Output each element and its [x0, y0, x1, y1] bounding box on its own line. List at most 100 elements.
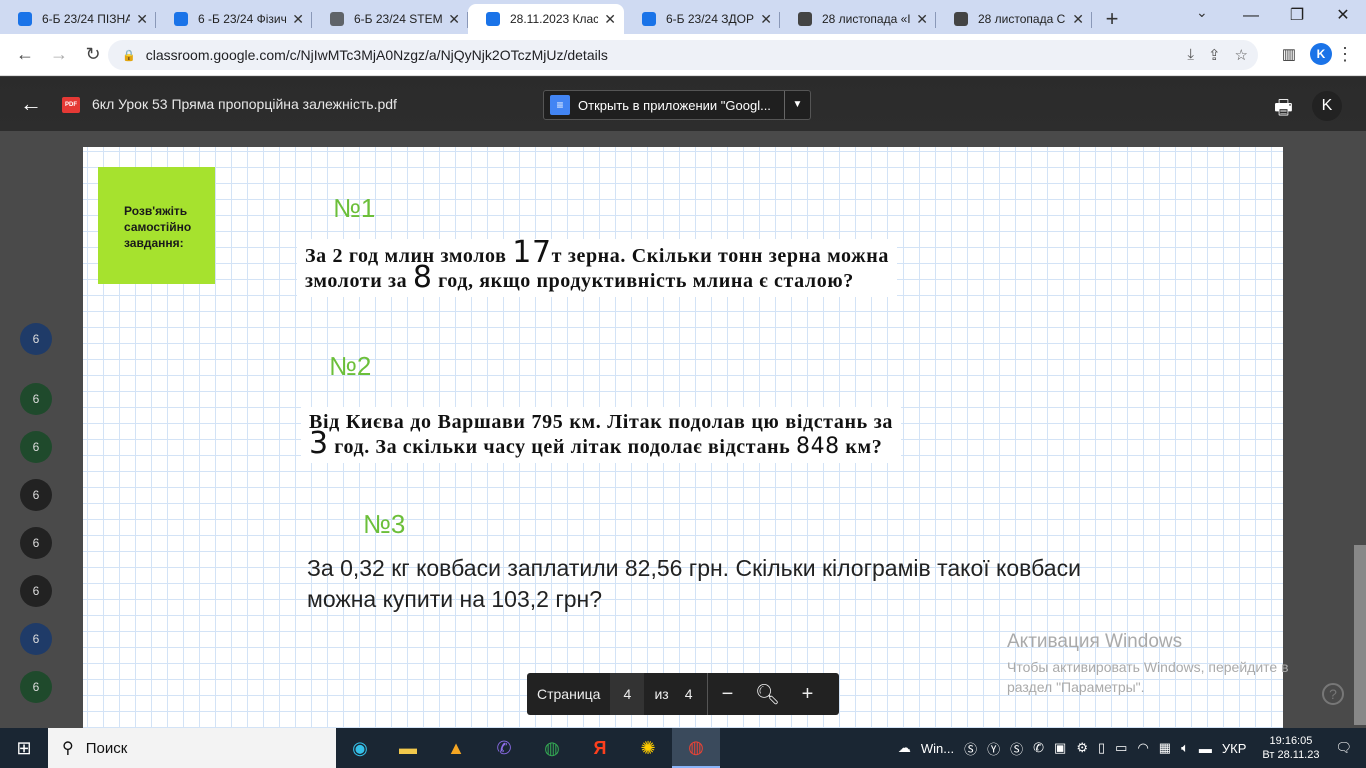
- yandex-music-icon[interactable]: ✺: [624, 728, 672, 768]
- class-avatar: 6: [20, 527, 52, 559]
- browser-tab[interactable]: 28 листопада «I ✕: [780, 4, 936, 34]
- zoom-search-icon[interactable]: 🔍︎: [748, 682, 788, 707]
- zoom-in-icon[interactable]: +: [788, 683, 828, 706]
- yandex-browser-icon[interactable]: Я: [576, 728, 624, 768]
- task-number: №3: [363, 509, 406, 539]
- address-bar: ← → ↻ 🔒 classroom.google.com/c/NjIwMTc3M…: [0, 34, 1366, 76]
- forward-button[interactable]: →: [42, 44, 76, 65]
- power-icon[interactable]: ▭: [1115, 740, 1127, 756]
- help-icon[interactable]: ?: [1322, 683, 1344, 705]
- tab-close-icon[interactable]: ✕: [604, 11, 616, 28]
- browser-tab[interactable]: 6-Б 23/24 ЗДОР ✕: [624, 4, 780, 34]
- edge-icon[interactable]: ◉: [336, 728, 384, 768]
- account-avatar[interactable]: K: [1312, 91, 1342, 121]
- time: 19:16:05: [1269, 735, 1313, 747]
- tab-title: 6-Б 23/24 STEM: [354, 12, 443, 26]
- page-total: 4: [684, 686, 693, 702]
- class-avatar: 6: [20, 671, 52, 703]
- of-label: из: [654, 686, 669, 702]
- new-tab-button[interactable]: +: [1092, 4, 1132, 34]
- task-text: год. За скільки часу цей літак подолає в…: [334, 436, 791, 458]
- tab-title: 28 листопада С: [978, 12, 1066, 26]
- handwritten-number: 17: [512, 235, 552, 270]
- tab-title: 28 листопада «I: [822, 12, 911, 26]
- viewer-toolbar: ← PDF 6кл Урок 53 Пряма пропорційна зале…: [0, 77, 1366, 131]
- page-label: Страница: [537, 686, 601, 702]
- open-with-button[interactable]: ≡ Открыть в приложении "Googl... ▼: [543, 90, 811, 120]
- file-explorer-icon[interactable]: ▬: [384, 728, 432, 768]
- tab-title: 28.11.2023 Клас: [510, 12, 599, 26]
- tab-title: 6-Б 23/24 ПІЗНА: [42, 12, 131, 26]
- wifi-icon[interactable]: ◠: [1137, 740, 1148, 756]
- print-icon[interactable]: 🖶: [1274, 93, 1293, 127]
- display-icon[interactable]: ▬: [1199, 741, 1212, 756]
- tab-close-icon[interactable]: ✕: [760, 11, 772, 28]
- side-panel-icon[interactable]: ▥: [1282, 45, 1296, 63]
- tab-favicon-icon: [486, 12, 500, 26]
- browser-tab[interactable]: 6 -Б 23/24 Фізич ✕: [156, 4, 312, 34]
- window-controls: — ❐ ✕: [1228, 0, 1366, 32]
- volume-icon[interactable]: 🔈︎: [1181, 740, 1189, 756]
- tray-app-icon[interactable]: Ⓢ: [1010, 739, 1023, 758]
- tab-close-icon[interactable]: ✕: [292, 11, 304, 28]
- tab-close-icon[interactable]: ✕: [1072, 11, 1084, 28]
- pdf-page: Розв'яжіть самостійно завдання: №1 За 2 …: [83, 147, 1289, 728]
- profile-avatar[interactable]: K: [1310, 43, 1332, 65]
- yandex-icon[interactable]: Ⓨ: [987, 739, 1000, 758]
- browser-tab[interactable]: 28 листопада С ✕: [936, 4, 1092, 34]
- language-indicator[interactable]: УКР: [1222, 741, 1247, 756]
- viber-icon[interactable]: ✆: [480, 728, 528, 768]
- task-text: Від Києва до Варшави 795 км. Літак подол…: [309, 411, 893, 433]
- date: Вт 28.11.23: [1262, 749, 1320, 761]
- page-number-input[interactable]: 4: [610, 673, 645, 715]
- close-button[interactable]: ✕: [1320, 0, 1366, 32]
- win-taskbar-label[interactable]: Win...: [921, 741, 954, 756]
- download-icon[interactable]: ⤓: [1187, 46, 1194, 64]
- url-field[interactable]: 🔒 classroom.google.com/c/NjIwMTc3MjA0Nzg…: [108, 40, 1258, 70]
- tray-app-icon[interactable]: ⚙: [1076, 740, 1088, 756]
- browser-menu-icon[interactable]: ⋮: [1336, 44, 1354, 65]
- system-tray: ☁ Win... Ⓢ Ⓨ Ⓢ ✆ ▣ ⚙ ▯ ▭ ◠ ▦ 🔈︎ ▬ УКР 19…: [898, 728, 1366, 768]
- avast-icon[interactable]: ▲: [432, 728, 480, 768]
- tray-app-icon[interactable]: ▣: [1054, 740, 1066, 756]
- restore-button[interactable]: ❐: [1274, 0, 1320, 32]
- search-icon: ⚲: [62, 740, 74, 757]
- tab-favicon-icon: [642, 12, 656, 26]
- browser-tab[interactable]: 28.11.2023 Клас ✕: [468, 4, 624, 34]
- minimize-button[interactable]: —: [1228, 0, 1274, 32]
- windows-taskbar: ⊞ ⚲ Поиск ◉ ▬ ▲ ✆ ◍ Я ✺ ◍ ☁ Win... Ⓢ Ⓨ Ⓢ…: [0, 728, 1366, 768]
- class-avatar: 6: [20, 479, 52, 511]
- windows-start-icon[interactable]: ⊞: [0, 738, 48, 759]
- notifications-icon[interactable]: 🗨︎: [1335, 740, 1352, 756]
- skype-icon[interactable]: Ⓢ: [964, 739, 977, 758]
- keyboard-icon[interactable]: ▦: [1159, 740, 1171, 756]
- bookmark-star-icon[interactable]: ☆: [1235, 46, 1248, 64]
- task-number: №2: [329, 351, 372, 381]
- chevron-down-icon[interactable]: ⌄: [1196, 4, 1208, 21]
- tab-close-icon[interactable]: ✕: [916, 11, 928, 28]
- close-viewer-arrow-icon[interactable]: ←: [20, 91, 42, 117]
- page-controls: Страница 4 из 4 − 🔍︎ +: [527, 673, 839, 715]
- back-button[interactable]: ←: [8, 44, 42, 65]
- chrome-icon[interactable]: ◍: [528, 728, 576, 768]
- taskbar-search[interactable]: ⚲ Поиск: [48, 728, 336, 768]
- zoom-out-icon[interactable]: −: [708, 683, 748, 706]
- tab-close-icon[interactable]: ✕: [136, 11, 148, 28]
- scrollbar[interactable]: [1354, 545, 1366, 725]
- clock[interactable]: 19:16:05 Вт 28.11.23: [1262, 734, 1319, 762]
- tab-title: 6 -Б 23/24 Фізич: [198, 12, 287, 26]
- open-with-label: Открыть в приложении "Googl...: [578, 97, 771, 113]
- chrome-profile-icon[interactable]: ◍: [672, 728, 720, 768]
- open-with-dropdown[interactable]: ▼: [784, 91, 810, 119]
- reload-button[interactable]: ↻: [76, 44, 110, 65]
- browser-tab[interactable]: 6-Б 23/24 ПІЗНА ✕: [0, 4, 156, 34]
- battery-icon[interactable]: ▯: [1098, 740, 1105, 756]
- search-label: Поиск: [85, 739, 128, 757]
- viber-tray-icon[interactable]: ✆: [1033, 740, 1044, 756]
- tab-separator: [1091, 12, 1092, 28]
- browser-tab[interactable]: 6-Б 23/24 STEM ✕: [312, 4, 468, 34]
- share-icon[interactable]: ⇪: [1208, 46, 1221, 64]
- tab-close-icon[interactable]: ✕: [448, 11, 460, 28]
- tab-strip: 6-Б 23/24 ПІЗНА ✕ 6 -Б 23/24 Фізич ✕ 6-Б 23/…: [0, 0, 1366, 34]
- weather-icon[interactable]: ☁: [898, 740, 911, 756]
